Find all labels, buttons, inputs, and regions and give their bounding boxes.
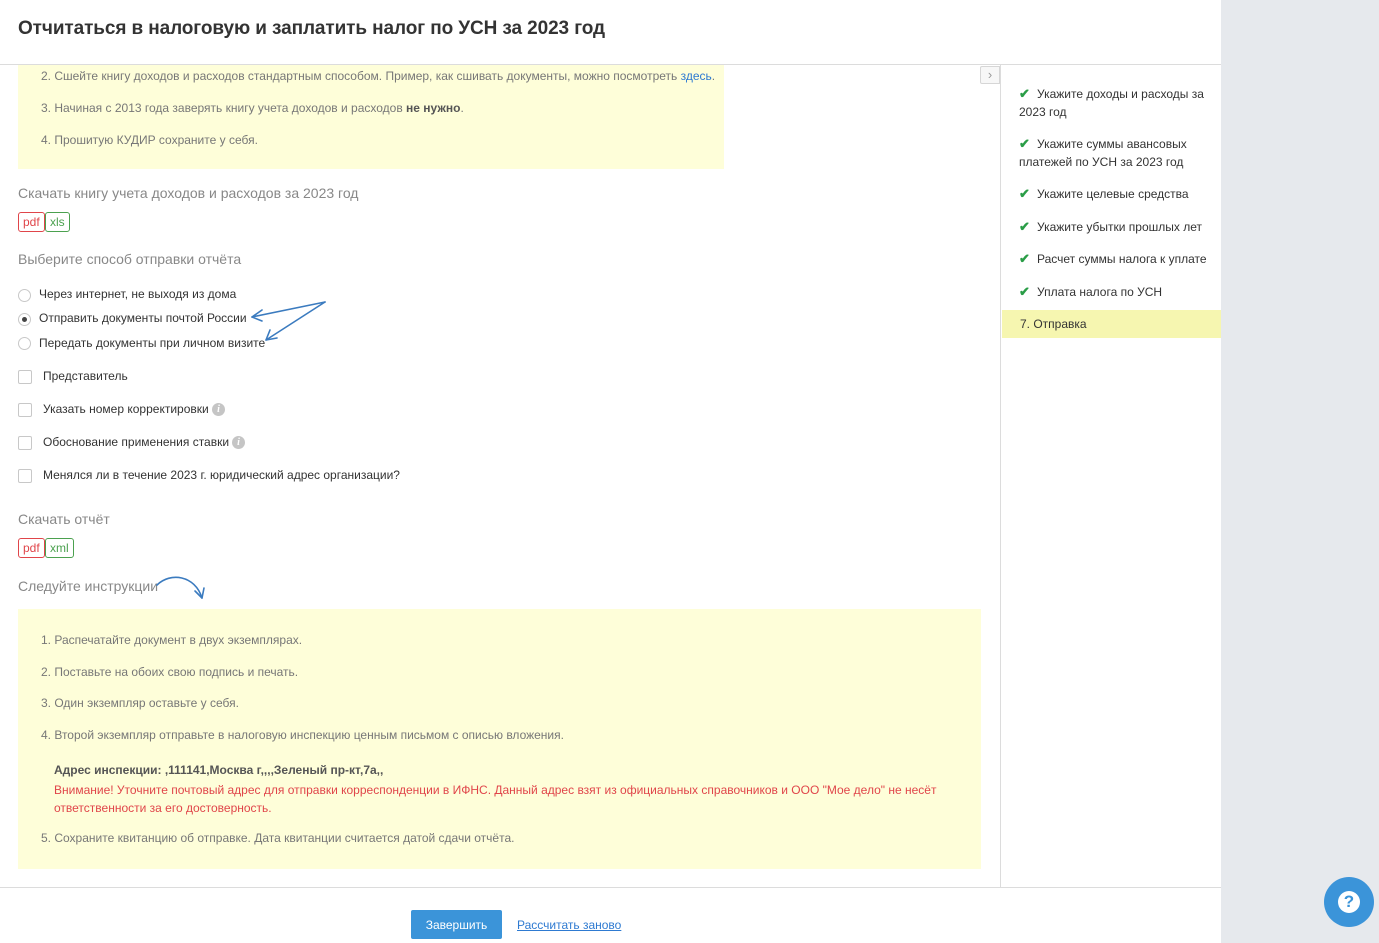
radio-post-label[interactable]: Отправить документы почтой России xyxy=(39,311,247,325)
kudir-pdf-button[interactable]: pdf xyxy=(18,212,45,232)
question-icon: ? xyxy=(1343,892,1355,911)
here-link[interactable]: здесь xyxy=(681,69,712,83)
step-label: Укажите целевые средства xyxy=(1037,187,1189,201)
note-item-3-bold: не нужно xyxy=(406,101,461,115)
footer: Завершить Рассчитать заново xyxy=(0,887,1221,943)
help-button[interactable]: ? xyxy=(1324,877,1374,927)
instruction-item-2: 2. Поставьте на обоих свою подпись и печ… xyxy=(41,665,299,679)
checkbox-rate-justification[interactable] xyxy=(18,436,32,450)
step-item[interactable]: ✔ Укажите доходы и расходы за 2023 год xyxy=(1019,85,1211,121)
note-item-2-text: 2. Сшейте книгу доходов и расходов станд… xyxy=(41,69,681,83)
radio-post[interactable] xyxy=(18,313,31,326)
checkbox-representative[interactable] xyxy=(18,370,32,384)
main-content[interactable]: 2. Сшейте книгу доходов и расходов станд… xyxy=(0,65,1000,887)
check-icon: ✔ xyxy=(1019,284,1030,299)
step-item[interactable]: ✔ Укажите убытки прошлых лет xyxy=(1019,218,1211,236)
note-item-3-text: 3. Начиная с 2013 года заверять книгу уч… xyxy=(41,101,407,115)
instruction-item-3: 3. Один экземпляр оставьте у себя. xyxy=(41,696,239,710)
checkbox-representative-label[interactable]: Представитель xyxy=(43,369,128,383)
info-icon[interactable]: i xyxy=(212,403,225,416)
step-label: Укажите убытки прошлых лет xyxy=(1037,220,1202,234)
checkbox-correction-number[interactable] xyxy=(18,403,32,417)
step-label: Расчет суммы налога к уплате xyxy=(1037,252,1207,266)
page-title: Отчитаться в налоговую и заплатить налог… xyxy=(18,18,605,39)
chevron-right-icon: › xyxy=(987,67,993,82)
step-item[interactable]: ✔ Укажите суммы авансовых платежей по УСН… xyxy=(1019,135,1211,171)
active-step-label: 7. Отправка xyxy=(1020,317,1087,331)
step-item[interactable]: ✔ Уплата налога по УСН xyxy=(1019,283,1211,301)
note-item-3: 3. Начиная с 2013 года заверять книгу уч… xyxy=(41,101,464,115)
kudir-instructions-note: 2. Сшейте книгу доходов и расходов станд… xyxy=(18,65,724,169)
steps-sidebar: ✔ Укажите доходы и расходы за 2023 год ✔ У… xyxy=(1000,65,1221,887)
checkbox-address-changed[interactable] xyxy=(18,469,32,483)
note-item-2-end: . xyxy=(711,69,716,83)
note-item-2: 2. Сшейте книгу доходов и расходов станд… xyxy=(41,69,715,83)
radio-visit-label[interactable]: Передать документы при личном визите xyxy=(39,336,265,350)
check-icon: ✔ xyxy=(1019,219,1030,234)
step-item-active[interactable]: 7. Отправка xyxy=(1002,310,1221,338)
instruction-item-1: 1. Распечатайте документ в двух экземпля… xyxy=(41,633,303,647)
kudir-download-title: Скачать книгу учета доходов и расходов з… xyxy=(18,185,359,201)
instruction-item-4: 4. Второй экземпляр отправьте в налогову… xyxy=(41,728,564,742)
note-item-3-end: . xyxy=(460,101,464,115)
checkbox-address-changed-label[interactable]: Менялся ли в течение 2023 г. юридический… xyxy=(43,468,400,482)
instructions-title: Следуйте инструкции xyxy=(18,578,159,594)
kudir-xls-button[interactable]: xls xyxy=(45,212,70,232)
report-pdf-button[interactable]: pdf xyxy=(18,538,45,558)
finish-button[interactable]: Завершить xyxy=(411,910,502,939)
check-icon: ✔ xyxy=(1019,186,1030,201)
recalculate-link[interactable]: Рассчитать заново xyxy=(517,918,621,932)
checkbox-rate-justification-label[interactable]: Обоснование применения ставки xyxy=(43,435,229,449)
check-icon: ✔ xyxy=(1019,251,1030,266)
instruction-item-5: 5. Сохраните квитанцию об отправке. Дата… xyxy=(41,831,515,845)
report-download-title: Скачать отчёт xyxy=(18,511,110,527)
step-item[interactable]: ✔ Укажите целевые средства xyxy=(1019,185,1211,203)
report-xml-button[interactable]: xml xyxy=(45,538,74,558)
step-label: Уплата налога по УСН xyxy=(1037,285,1163,299)
step-label: Укажите суммы авансовых платежей по УСН … xyxy=(1019,137,1187,169)
radio-visit[interactable] xyxy=(18,337,31,350)
page: Отчитаться в налоговую и заплатить налог… xyxy=(0,0,1221,943)
instructions-note: 1. Распечатайте документ в двух экземпля… xyxy=(18,609,981,869)
radio-internet[interactable] xyxy=(18,289,31,302)
check-icon: ✔ xyxy=(1019,86,1030,101)
sidebar-collapse-button[interactable]: › xyxy=(980,66,1000,84)
info-icon[interactable]: i xyxy=(232,436,245,449)
check-icon: ✔ xyxy=(1019,136,1030,151)
page-header: Отчитаться в налоговую и заплатить налог… xyxy=(0,0,1221,65)
step-item[interactable]: ✔ Расчет суммы налога к уплате xyxy=(1019,250,1211,268)
step-label: Укажите доходы и расходы за 2023 год xyxy=(1019,87,1204,119)
note-item-4: 4. Прошитую КУДИР сохраните у себя. xyxy=(41,133,258,147)
send-method-title: Выберите способ отправки отчёта xyxy=(18,251,242,267)
radio-internet-label[interactable]: Через интернет, не выходя из дома xyxy=(39,287,236,301)
address-warning: Внимание! Уточните почтовый адрес для от… xyxy=(54,783,937,815)
inspection-address: Адрес инспекции: ,111141,Москва г,,,,Зел… xyxy=(54,763,384,777)
checkbox-correction-number-label[interactable]: Указать номер корректировки xyxy=(43,402,209,416)
